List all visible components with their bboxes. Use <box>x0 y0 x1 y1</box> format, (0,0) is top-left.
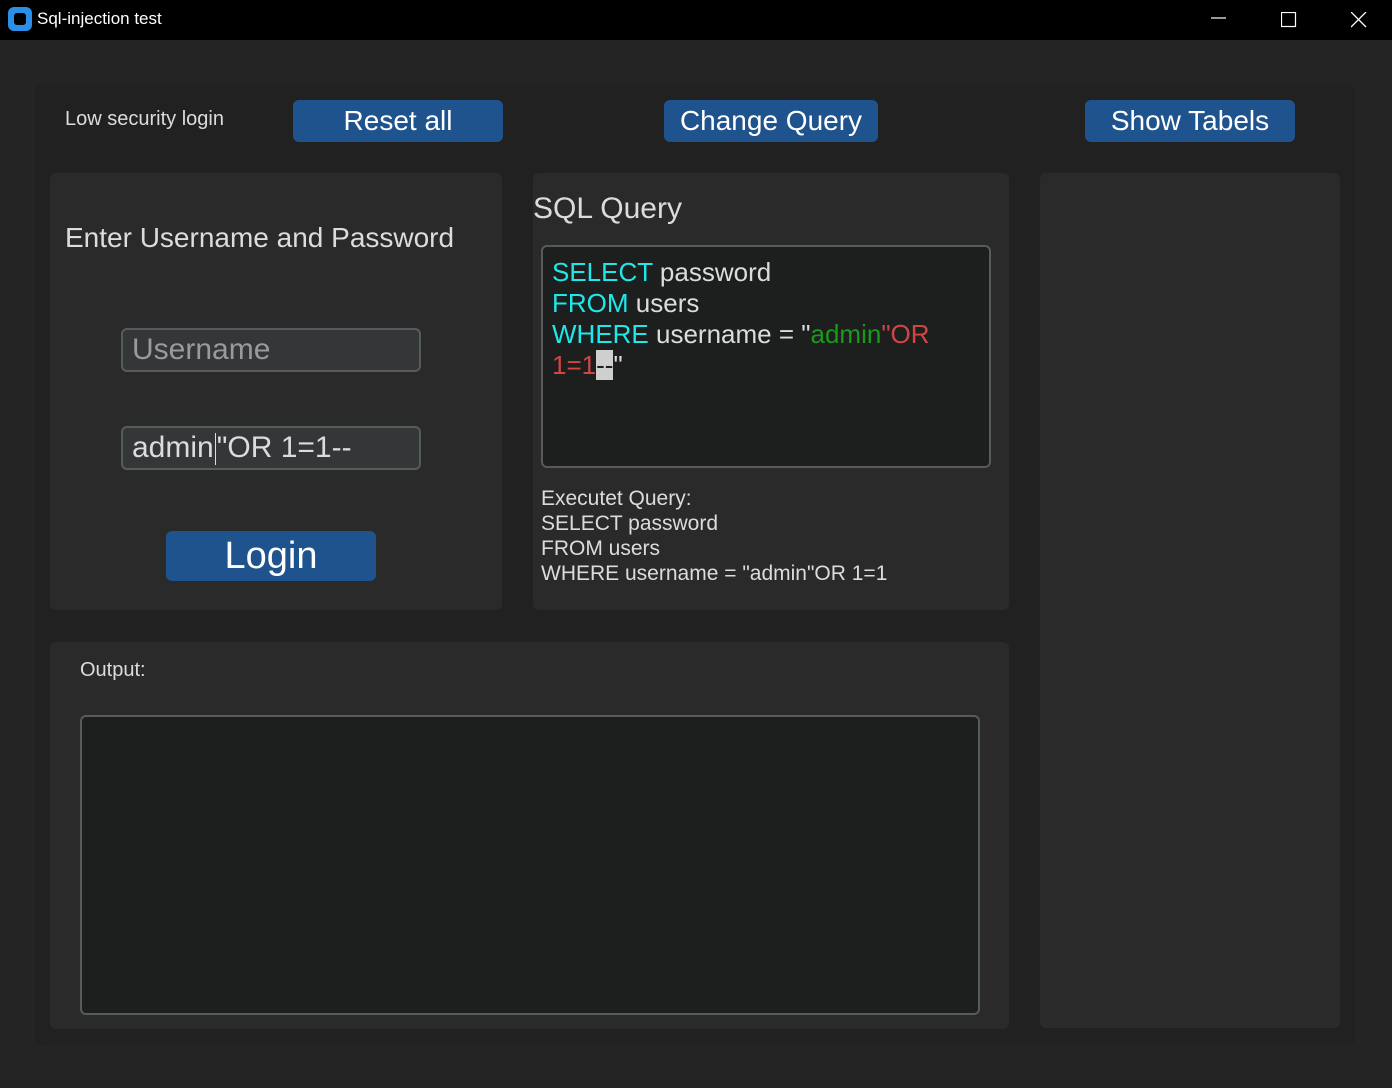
maximize-button[interactable] <box>1254 0 1324 40</box>
text-caret <box>214 433 216 466</box>
query-text: users <box>628 288 700 318</box>
show-tables-button[interactable]: Show Tabels <box>1085 100 1295 142</box>
close-button[interactable] <box>1324 0 1392 40</box>
query-injection: 1=1 <box>552 350 597 380</box>
executed-query-line: FROM users <box>541 537 661 560</box>
query-line-1: SELECT password <box>552 257 982 288</box>
executed-query: Executet Query: SELECT password FROM use… <box>541 486 887 586</box>
query-text: password <box>652 257 772 287</box>
query-line-3: WHERE username = "admin"OR <box>552 319 982 350</box>
minimize-icon <box>1211 17 1226 19</box>
output-label: Output: <box>80 659 146 681</box>
query-keyword: WHERE <box>552 319 649 349</box>
reset-all-button[interactable]: Reset all <box>293 100 503 142</box>
output-textbox[interactable] <box>80 715 980 1015</box>
login-button[interactable]: Login <box>166 531 376 581</box>
maximize-icon <box>1281 12 1297 28</box>
password-text-before-caret: admin <box>132 431 214 464</box>
executed-query-label: Executet Query: <box>541 487 692 510</box>
security-mode-label: Low security login <box>65 108 224 130</box>
tables-panel <box>1040 173 1340 1028</box>
query-text: username = " <box>648 319 811 349</box>
executed-query-line: SELECT password <box>541 512 719 535</box>
query-injection: "OR <box>881 319 930 349</box>
title-bar: Sql-injection test <box>0 0 1392 40</box>
query-keyword: SELECT <box>552 257 653 287</box>
password-input[interactable]: admin "OR 1=1-- <box>121 426 421 470</box>
sql-query-text[interactable]: SELECT password FROM users WHERE usernam… <box>552 257 982 381</box>
query-selected-text: -- <box>596 350 614 380</box>
minimize-button[interactable] <box>1184 0 1254 40</box>
query-line-4: 1=1--" <box>552 350 982 381</box>
login-heading: Enter Username and Password <box>65 222 455 253</box>
sql-query-heading: SQL Query <box>533 192 682 225</box>
app-icon <box>8 7 32 31</box>
close-icon <box>1351 12 1367 28</box>
query-line-2: FROM users <box>552 288 982 319</box>
query-username-value: admin <box>810 319 882 349</box>
change-query-button[interactable]: Change Query <box>664 100 878 142</box>
query-keyword: FROM <box>552 288 629 318</box>
window-title: Sql-injection test <box>37 9 162 28</box>
username-input[interactable]: Username <box>121 328 421 372</box>
password-text-after-caret: "OR 1=1-- <box>216 431 352 464</box>
query-text: " <box>613 350 623 380</box>
executed-query-line: WHERE username = "admin"OR 1=1 <box>541 562 888 585</box>
